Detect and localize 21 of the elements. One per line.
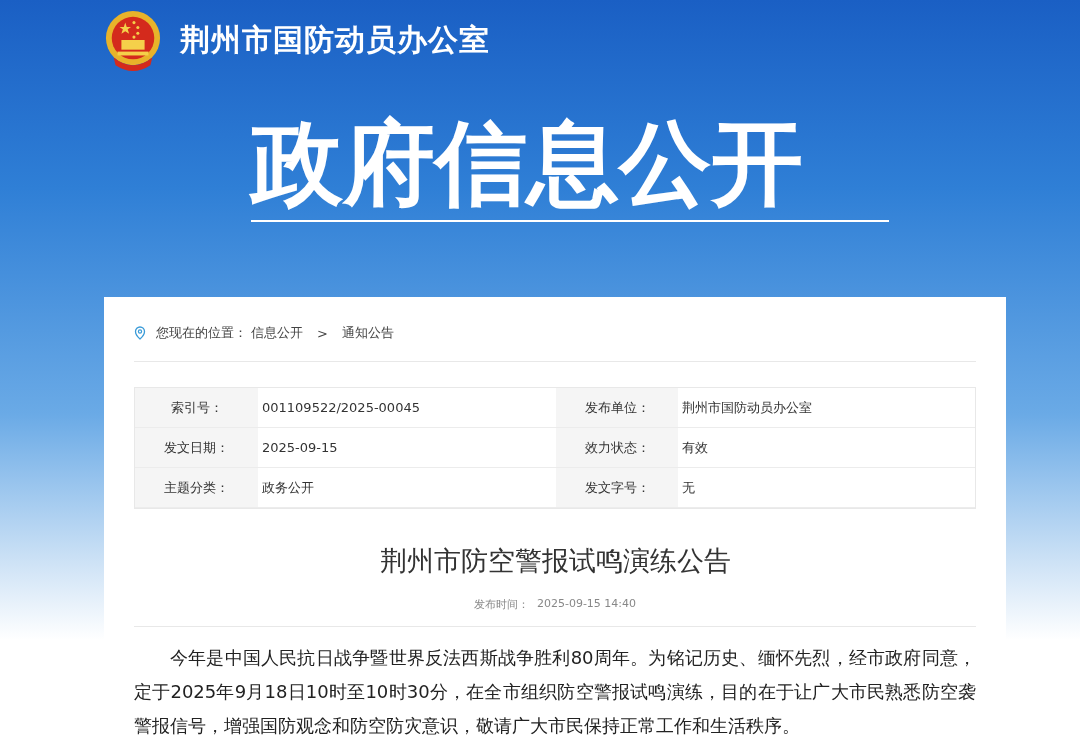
- breadcrumb-separator: >: [317, 325, 328, 341]
- emblem-drawing: [104, 9, 162, 71]
- field-label: 发布单位：: [556, 388, 678, 428]
- location-pin-icon: [134, 326, 146, 340]
- field-value: 无: [678, 468, 975, 508]
- field-label: 效力状态：: [556, 428, 678, 468]
- breadcrumb-link[interactable]: 通知公告: [341, 324, 394, 342]
- field-label: 发文字号：: [556, 468, 678, 508]
- field-value: 有效: [678, 428, 975, 468]
- article-title: 荆州市防空警报试鸣演练公告: [378, 544, 732, 578]
- breadcrumb-link[interactable]: 信息公开: [251, 324, 303, 342]
- publish-time: 2025-09-15 14:40: [536, 597, 637, 612]
- publish-label: 发布时间：: [473, 597, 529, 612]
- field-label: 索引号：: [135, 388, 258, 428]
- site-name: 荆州市国防动员办公室: [180, 20, 490, 59]
- banner-title: 政府信息公开: [251, 108, 889, 222]
- field-label: 发文日期：: [135, 428, 258, 468]
- field-label: 主题分类：: [135, 468, 258, 508]
- field-value: 荆州市国防动员办公室: [678, 388, 975, 428]
- breadcrumb-label: 您现在的位置：: [156, 324, 247, 342]
- article-paragraph: 今年是中国人民抗日战争暨世界反法西斯战争胜利80周年。为铭记历史、缅怀先烈，经市政府同意，定于2025年9月18日10时至10时30分，在全市组织防空警报试鸣演练，目的在于让广大市民熟悉防空袭警报信号，增强国防观念和防空防灾意识，敬请广大市民保持正常工作和生活秩序。: [134, 646, 976, 738]
